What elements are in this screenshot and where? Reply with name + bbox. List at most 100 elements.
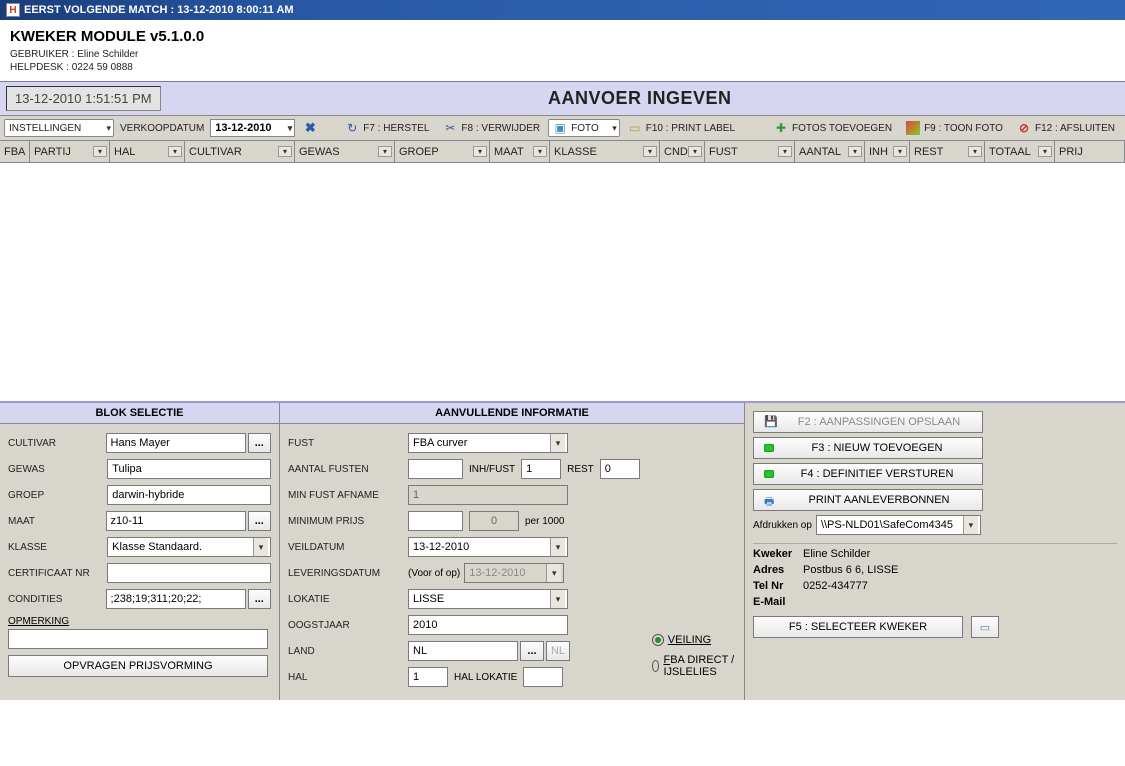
oogstjaar-label: OOGSTJAAR — [288, 620, 408, 631]
maat-lookup-button[interactable]: ... — [248, 511, 271, 531]
grid-col-fba[interactable]: FBA — [0, 141, 30, 162]
f7-herstel-button[interactable]: ↻F7 : HERSTEL — [339, 118, 435, 138]
afdrukken-label: Afdrukken op — [753, 520, 812, 531]
opmerking-label: OPMERKING — [8, 616, 271, 627]
label-icon: ▭ — [628, 121, 642, 135]
f10-printlabel-button[interactable]: ▭F10 : PRINT LABEL — [622, 118, 741, 138]
rest-input[interactable] — [600, 459, 640, 479]
grid-col-klasse[interactable]: KLASSE — [550, 141, 660, 162]
aantal-fusten-input[interactable] — [408, 459, 463, 479]
leveringsdatum-text: (Voor of op) — [408, 568, 460, 579]
grid-col-fust[interactable]: FUST — [705, 141, 795, 162]
printer-select[interactable]: \\PS-NLD01\SafeCom4345 — [816, 515, 981, 535]
app-icon: H — [6, 3, 20, 17]
f9-toonfoto-button[interactable]: F9 : TOON FOTO — [900, 118, 1009, 138]
grid-col-cultivar[interactable]: CULTIVAR — [185, 141, 295, 162]
lokatie-select[interactable]: LISSE — [408, 589, 568, 609]
grid-col-hal[interactable]: HAL — [110, 141, 185, 162]
radio-fba-icon — [652, 660, 660, 672]
header: KWEKER MODULE v5.1.0.0 GEBRUIKER : Eline… — [0, 20, 1125, 82]
verkoopdatum-select[interactable]: 13-12-2010 — [210, 119, 295, 137]
klasse-select[interactable]: Klasse Standaard. — [107, 537, 271, 557]
gewas-input[interactable] — [107, 459, 271, 479]
tel-value: 0252-434777 — [803, 580, 868, 592]
opvragen-prijsvorming-button[interactable]: OPVRAGEN PRIJSVORMING — [8, 655, 268, 677]
radio-fba-direct[interactable]: FBA DIRECT / IJSLELIES — [652, 654, 736, 678]
leveringsdatum-select[interactable]: 13-12-2010 — [464, 563, 564, 583]
grid-col-totaal[interactable]: TOTAAL — [985, 141, 1055, 162]
f2-opslaan-button[interactable]: 💾 F2 : AANPASSINGEN OPSLAAN — [753, 411, 983, 433]
radio-veiling[interactable]: VEILING — [652, 634, 736, 646]
condities-label: CONDITIES — [8, 594, 106, 605]
fust-select[interactable]: FBA curver — [408, 433, 568, 453]
delete-icon: ✂ — [443, 121, 457, 135]
panels: BLOK SELECTIE CULTIVAR ... GEWAS GROEP M… — [0, 403, 1125, 700]
land-input[interactable] — [408, 641, 518, 661]
inh-fust-input[interactable] — [521, 459, 561, 479]
cultivar-input[interactable] — [106, 433, 246, 453]
per-1000-label: per 1000 — [525, 516, 564, 527]
delivery-radio-group: VEILING FBA DIRECT / IJSLELIES — [652, 634, 736, 678]
land-code-button[interactable]: NL — [546, 641, 570, 661]
save-icon: 💾 — [764, 415, 778, 429]
grid-col-partij[interactable]: PARTIJ△ — [30, 141, 110, 162]
f8-verwijder-button[interactable]: ✂F8 : VERWIJDER — [437, 118, 546, 138]
groep-input[interactable] — [107, 485, 271, 505]
hal-lokatie-label: HAL LOKATIE — [454, 672, 517, 683]
printer-icon: 🖶 — [764, 493, 778, 507]
print-aanleverbonnen-button[interactable]: 🖶 PRINT AANLEVERBONNEN — [753, 489, 983, 511]
instellingen-dropdown[interactable]: INSTELLINGEN — [4, 119, 114, 137]
email-label: E-Mail — [753, 596, 803, 608]
land-label: LAND — [288, 646, 408, 657]
grid-col-aantal[interactable]: AANTAL — [795, 141, 865, 162]
grid-col-groep[interactable]: GROEP — [395, 141, 490, 162]
opmerking-input[interactable] — [8, 629, 268, 649]
adres-label: Adres — [753, 564, 803, 576]
land-lookup-button[interactable]: ... — [520, 641, 544, 661]
f3-nieuw-button[interactable]: F3 : NIEUW TOEVOEGEN — [753, 437, 983, 459]
minimum-prijs-label: MINIMUM PRIJS — [288, 516, 408, 527]
condities-lookup-button[interactable]: ... — [248, 589, 271, 609]
f12-afsluiten-button[interactable]: ⊘F12 : AFSLUITEN — [1011, 118, 1121, 138]
grid-col-gewas[interactable]: GEWAS — [295, 141, 395, 162]
grid-col-rest[interactable]: REST — [910, 141, 985, 162]
veildatum-label: VEILDATUM — [288, 542, 408, 553]
gewas-label: GEWAS — [8, 464, 107, 475]
fust-label: FUST — [288, 438, 408, 449]
certificaat-label: CERTIFICAAT NR — [8, 568, 107, 579]
kweker-card-button[interactable]: ▭ — [971, 616, 999, 638]
clock: 13-12-2010 1:51:51 PM — [6, 86, 161, 111]
certificaat-input[interactable] — [107, 563, 271, 583]
grid-body — [0, 163, 1125, 403]
panel-blok-selectie: BLOK SELECTIE CULTIVAR ... GEWAS GROEP M… — [0, 403, 280, 700]
fotos-toevoegen-button[interactable]: ✚FOTOS TOEVOEGEN — [768, 118, 898, 138]
foto-dropdown[interactable]: ▣FOTO — [548, 119, 620, 137]
grid-col-cnd[interactable]: CND — [660, 141, 705, 162]
hal-input[interactable] — [408, 667, 448, 687]
f4-versturen-button[interactable]: F4 : DEFINITIEF VERSTUREN — [753, 463, 983, 485]
f5-selecteer-kweker-button[interactable]: F5 : SELECTEER KWEKER — [753, 616, 963, 638]
rest-label: REST — [567, 464, 594, 475]
delete-date-button[interactable]: ✖ — [297, 118, 323, 138]
minimum-prijs-input[interactable] — [408, 511, 463, 531]
groep-label: GROEP — [8, 490, 107, 501]
refresh-icon: ↻ — [345, 121, 359, 135]
add-photo-icon: ✚ — [774, 121, 788, 135]
x-icon: ✖ — [303, 121, 317, 135]
oogstjaar-input[interactable] — [408, 615, 568, 635]
veildatum-select[interactable]: 13-12-2010 — [408, 537, 568, 557]
tel-label: Tel Nr — [753, 580, 803, 592]
cultivar-lookup-button[interactable]: ... — [248, 433, 271, 453]
maat-input[interactable] — [106, 511, 246, 531]
close-icon: ⊘ — [1017, 121, 1031, 135]
photo-icon: ▣ — [553, 121, 567, 135]
grid-col-prij[interactable]: PRIJ — [1055, 141, 1125, 162]
minimum-prijs-input2 — [469, 511, 519, 531]
grid-col-inh[interactable]: INH — [865, 141, 910, 162]
hal-lokatie-input[interactable] — [523, 667, 563, 687]
grid-col-maat[interactable]: MAAT — [490, 141, 550, 162]
led-green-icon — [764, 444, 774, 452]
condities-input[interactable] — [106, 589, 246, 609]
verkoopdatum-label: VERKOOPDATUM — [120, 123, 204, 134]
app-title: KWEKER MODULE v5.1.0.0 — [10, 28, 1115, 45]
